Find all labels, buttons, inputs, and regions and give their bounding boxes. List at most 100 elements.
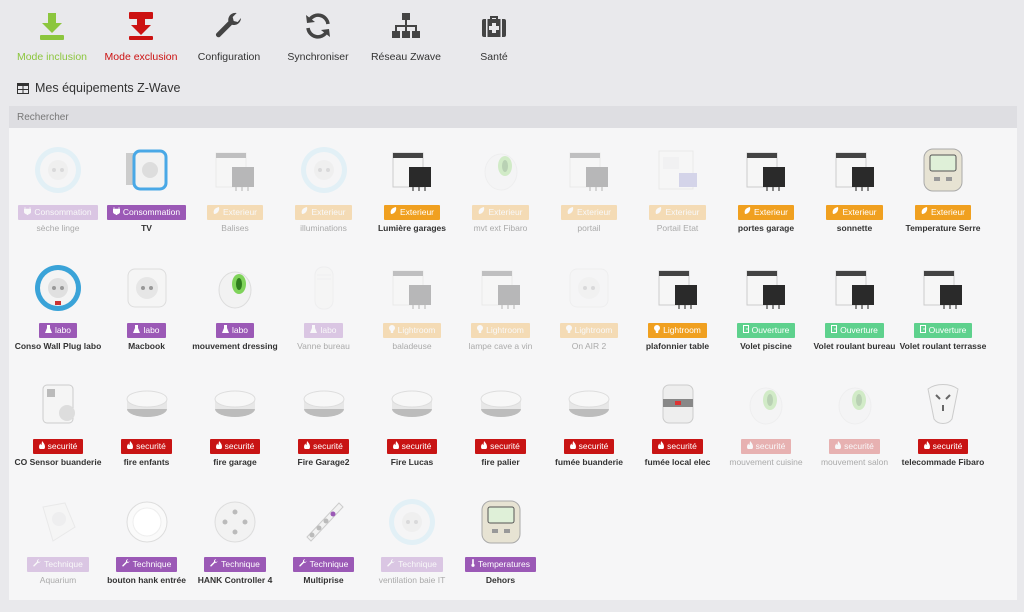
category-badge: labo bbox=[127, 323, 166, 338]
device-card-seche-linge[interactable]: Consommation sèche linge bbox=[14, 144, 102, 233]
category-badge: Technique bbox=[381, 557, 443, 572]
device-card-fire-lucas[interactable]: securité Fire Lucas bbox=[368, 378, 456, 467]
device-card-lampe-cave-a-vin[interactable]: Lightroom lampe cave a vin bbox=[457, 262, 545, 351]
fire-icon bbox=[215, 441, 222, 451]
device-card-aquarium[interactable]: Technique Aquarium bbox=[14, 496, 102, 585]
device-card-hank-controller-4[interactable]: Technique HANK Controller 4 bbox=[191, 496, 279, 585]
device-card-plafonnier-table[interactable]: Lightroom plafonnier table bbox=[634, 262, 722, 351]
mode-exclusion-button[interactable]: Mode exclusion bbox=[96, 8, 186, 63]
device-name: mouvement salon bbox=[820, 457, 889, 467]
category-badge: Exterieur bbox=[472, 205, 529, 220]
device-card-mvt-ext-fibaro[interactable]: Exterieur mvt ext Fibaro bbox=[457, 144, 545, 233]
device-name: sonnette bbox=[836, 223, 873, 233]
search-input[interactable] bbox=[9, 106, 1017, 128]
fire-icon bbox=[923, 441, 930, 451]
fire-icon bbox=[569, 441, 576, 451]
device-card-baladeuse[interactable]: Lightroom baladeuse bbox=[368, 262, 456, 351]
device-name: telecommade Fibaro bbox=[901, 457, 985, 467]
category-badge-label: labo bbox=[231, 325, 249, 335]
category-badge: securité bbox=[829, 439, 880, 454]
device-name: mouvement dressing bbox=[192, 341, 278, 351]
section-title: Mes équipements Z-Wave bbox=[17, 81, 180, 95]
synchroniser-button[interactable]: Synchroniser bbox=[273, 8, 363, 63]
device-name: fumée buanderie bbox=[554, 457, 624, 467]
table-icon bbox=[17, 82, 29, 94]
device-card-volet-roulant-terrasse[interactable]: Ouverture Volet roulant terrasse bbox=[899, 262, 987, 351]
device-card-balises[interactable]: Exterieur Balises bbox=[191, 144, 279, 233]
device-card-co-sensor-buanderie[interactable]: securité CO Sensor buanderie bbox=[14, 378, 102, 467]
device-name: Dehors bbox=[485, 575, 516, 585]
device-image bbox=[386, 378, 438, 430]
device-card-mouvement-cuisine[interactable]: securité mouvement cuisine bbox=[722, 378, 810, 467]
device-name: fire garage bbox=[213, 457, 257, 467]
device-card-mouvement-dressing[interactable]: labo mouvement dressing bbox=[191, 262, 279, 351]
device-card-sonnette[interactable]: Exterieur sonnette bbox=[811, 144, 899, 233]
reseau-zwave-button[interactable]: Réseau Zwave bbox=[361, 8, 451, 63]
category-badge: Technique bbox=[27, 557, 89, 572]
fire-icon bbox=[392, 441, 399, 451]
device-card-ventilation-baie-it[interactable]: Technique ventilation baie IT bbox=[368, 496, 456, 585]
wrench-small-icon bbox=[298, 559, 307, 569]
configuration-button[interactable]: Configuration bbox=[184, 8, 274, 63]
category-badge-label: labo bbox=[54, 325, 72, 335]
device-card-fumee-local-elec[interactable]: securité fumée local elec bbox=[634, 378, 722, 467]
device-image bbox=[298, 262, 350, 314]
device-card-mouvement-salon[interactable]: securité mouvement salon bbox=[811, 378, 899, 467]
category-badge-label: Lightroom bbox=[574, 325, 613, 335]
device-card-fire-garage[interactable]: securité fire garage bbox=[191, 378, 279, 467]
category-badge-label: Exterieur bbox=[665, 207, 700, 217]
category-badge: securité bbox=[298, 439, 349, 454]
device-card-tv[interactable]: Consommation TV bbox=[103, 144, 191, 233]
device-image bbox=[563, 378, 615, 430]
category-badge-label: securité bbox=[844, 441, 874, 451]
device-image bbox=[475, 378, 527, 430]
device-card-portail[interactable]: Exterieur portail bbox=[545, 144, 633, 233]
category-badge: securité bbox=[32, 439, 84, 454]
category-badge-label: Consommation bbox=[122, 207, 181, 217]
device-card-fire-garage2[interactable]: securité Fire Garage2 bbox=[280, 378, 368, 467]
device-card-lumiere-garages[interactable]: Exterieur Lumière garages bbox=[368, 144, 456, 233]
device-card-dehors[interactable]: Temperatures Dehors bbox=[457, 496, 545, 585]
category-badge: Consommation bbox=[106, 205, 187, 220]
category-badge-label: Lightroom bbox=[397, 325, 436, 335]
device-card-fire-palier[interactable]: securité fire palier bbox=[457, 378, 545, 467]
device-card-fire-enfants[interactable]: securité fire enfants bbox=[103, 378, 191, 467]
device-name: Aquarium bbox=[39, 575, 77, 585]
device-card-fumee-buanderie[interactable]: securité fumée buanderie bbox=[545, 378, 633, 467]
device-card-macbook[interactable]: labo Macbook bbox=[103, 262, 191, 351]
category-badge-label: labo bbox=[320, 325, 337, 335]
category-badge: Exterieur bbox=[560, 205, 617, 220]
device-card-multiprise[interactable]: Technique Multiprise bbox=[280, 496, 368, 585]
leaf-icon bbox=[213, 207, 220, 217]
flask-icon bbox=[133, 325, 141, 335]
device-name: plafonnier table bbox=[645, 341, 710, 351]
sante-button[interactable]: Santé bbox=[449, 8, 539, 63]
device-card-bouton-hank-entree[interactable]: Technique bouton hank entrée bbox=[103, 496, 191, 585]
device-card-portes-garage[interactable]: Exterieur portes garage bbox=[722, 144, 810, 233]
device-image bbox=[740, 378, 792, 430]
device-card-on-air-2[interactable]: Lightroom On AIR 2 bbox=[545, 262, 633, 351]
leaf-icon bbox=[567, 207, 574, 217]
category-badge: Consommation bbox=[18, 205, 98, 220]
device-card-volet-piscine[interactable]: Ouverture Volet piscine bbox=[722, 262, 810, 351]
device-card-vanne-bureau[interactable]: labo Vanne bureau bbox=[280, 262, 368, 351]
device-card-telecommade-fibaro[interactable]: securité telecommade Fibaro bbox=[899, 378, 987, 467]
device-name: Multiprise bbox=[303, 575, 344, 585]
device-card-illuminations[interactable]: Exterieur illuminations bbox=[280, 144, 368, 233]
leaf-icon bbox=[921, 207, 928, 217]
device-card-conso-wall-plug-labo[interactable]: labo Conso Wall Plug labo bbox=[14, 262, 102, 351]
device-card-volet-roulant-bureau[interactable]: Ouverture Volet roulant bureau bbox=[811, 262, 899, 351]
device-image bbox=[209, 496, 261, 548]
device-card-temperature-serre[interactable]: Exterieur Temperature Serre bbox=[899, 144, 987, 233]
device-card-portail-etat[interactable]: Exterieur Portail Etat bbox=[634, 144, 722, 233]
device-image bbox=[475, 262, 527, 314]
mode-inclusion-button[interactable]: Mode inclusion bbox=[7, 8, 97, 63]
category-badge: Ouverture bbox=[913, 323, 973, 338]
device-image bbox=[32, 378, 84, 430]
fire-icon bbox=[835, 441, 842, 451]
lightbulb-icon bbox=[388, 325, 395, 335]
device-name: Portail Etat bbox=[656, 223, 699, 233]
leaf-icon bbox=[301, 207, 308, 217]
category-badge: Exterieur bbox=[383, 205, 440, 220]
download-icon bbox=[7, 8, 97, 44]
